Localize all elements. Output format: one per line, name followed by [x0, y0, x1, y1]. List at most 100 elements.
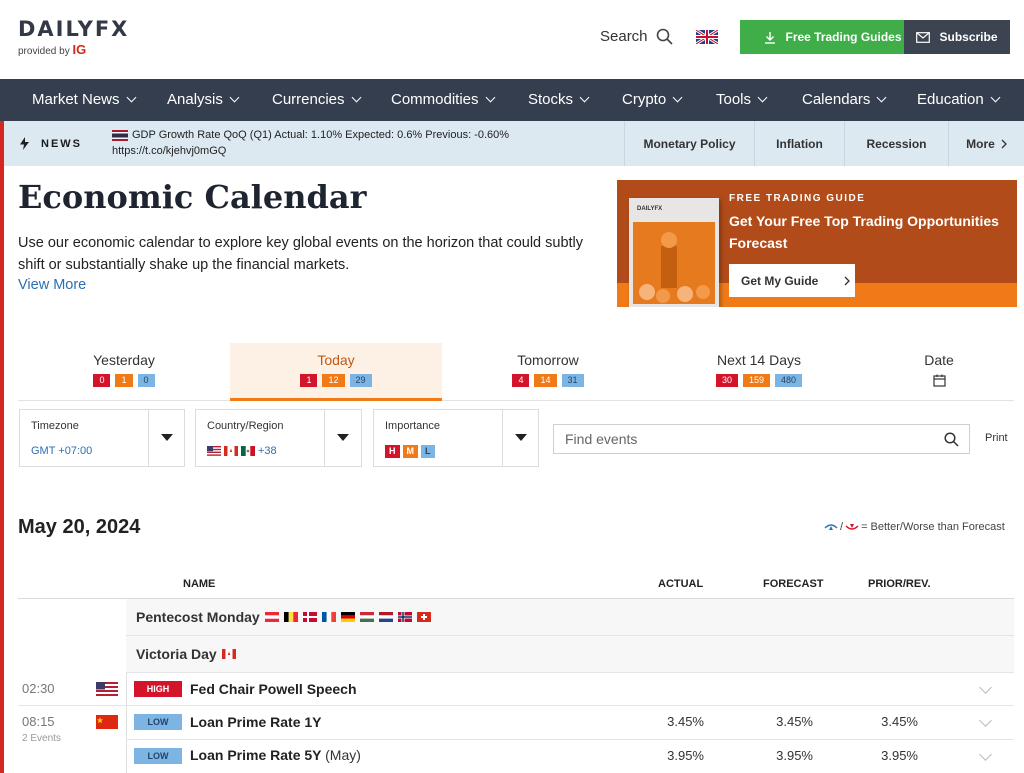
chevron-down-icon: [485, 92, 495, 103]
news-tab-monetary-policy[interactable]: Monetary Policy: [624, 121, 754, 166]
tab-next-14-days[interactable]: Next 14 Days 30 159 480: [654, 343, 864, 401]
importance-medium-chip: M: [402, 445, 418, 458]
download-icon: [765, 31, 776, 44]
dailyfx-logo[interactable]: DAILYFX provided by IG: [18, 17, 129, 57]
tab-today[interactable]: Today 1 12 29: [230, 343, 442, 401]
col-name-header: NAME: [183, 578, 216, 590]
switzerland-flag-icon: [416, 612, 431, 622]
china-flag-icon: [96, 715, 118, 729]
medium-count-badge: 159: [742, 374, 770, 387]
print-button[interactable]: Print: [985, 432, 1008, 444]
event-period: (May): [325, 747, 361, 763]
low-count-badge: 31: [561, 374, 584, 387]
caret-down-icon: [161, 434, 173, 441]
nav-market-news[interactable]: Market News: [32, 91, 136, 108]
event-time: 02:30: [22, 681, 55, 696]
trading-guide-promo[interactable]: DAILYFX FREE TRADING GUIDE Get Your Free…: [617, 180, 1017, 307]
netherlands-flag-icon: [378, 612, 393, 622]
high-count-badge: 4: [512, 374, 530, 387]
search-label: Search: [600, 28, 648, 45]
nav-currencies[interactable]: Currencies: [272, 91, 361, 108]
timezone-value: GMT +07:00: [31, 445, 93, 457]
importance-high-chip: H: [385, 445, 400, 458]
belgium-flag-icon: [283, 612, 298, 622]
medium-count-badge: 14: [534, 374, 557, 387]
chevron-down-icon: [229, 92, 240, 103]
event-actual: 3.45%: [667, 714, 704, 729]
guide-book-image: DAILYFX: [629, 198, 719, 307]
chevron-down-icon: [126, 92, 136, 103]
caret-down-icon: [337, 434, 349, 441]
low-count-badge: 29: [349, 374, 372, 387]
nav-commodities[interactable]: Commodities: [391, 91, 495, 108]
holiday-row: Pentecost Monday: [126, 599, 1014, 636]
canada-flag-icon: [224, 446, 238, 456]
search-icon: [656, 28, 673, 45]
calendar-icon: [932, 374, 946, 387]
chevron-down-icon: [351, 92, 361, 103]
logo-wordmark: DAILYFX: [18, 17, 130, 41]
nav-crypto[interactable]: Crypto: [622, 91, 683, 108]
view-more-link[interactable]: View More: [18, 277, 86, 293]
search-button[interactable]: Search: [600, 28, 673, 45]
subscribe-button[interactable]: Subscribe: [904, 20, 1010, 54]
site-header: DAILYFX provided by IG Search Free Tradi…: [0, 0, 1024, 79]
country-extra-count: +38: [258, 445, 277, 457]
expand-chevron-icon[interactable]: [979, 714, 992, 727]
worse-than-forecast-icon: [845, 524, 859, 530]
promo-pre-title: FREE TRADING GUIDE: [729, 193, 866, 204]
event-forecast: 3.45%: [776, 714, 813, 729]
tab-yesterday[interactable]: Yesterday 010: [18, 343, 230, 401]
nav-tools[interactable]: Tools: [716, 91, 768, 108]
col-prior-header: PRIOR/REV.: [868, 578, 931, 590]
subscribe-label: Subscribe: [939, 30, 998, 44]
news-label: NEWS: [20, 137, 82, 150]
event-name: Loan Prime Rate 1Y: [190, 714, 322, 730]
find-events-input[interactable]: Find events: [553, 424, 970, 454]
nav-analysis[interactable]: Analysis: [167, 91, 240, 108]
nav-education[interactable]: Education: [917, 91, 1001, 108]
uk-flag-icon[interactable]: [696, 30, 718, 44]
importance-label: Importance: [385, 420, 441, 432]
news-headline[interactable]: GDP Growth Rate QoQ (Q1) Actual: 1.10% E…: [112, 127, 509, 159]
canada-flag-icon: [221, 649, 236, 659]
hungary-flag-icon: [359, 612, 374, 622]
high-count-badge: 0: [93, 374, 111, 387]
col-actual-header: ACTUAL: [658, 578, 704, 590]
better-than-forecast-icon: [824, 524, 838, 530]
chevron-down-icon: [876, 92, 887, 103]
event-name: Loan Prime Rate 5Y (May): [190, 747, 361, 763]
importance-filter[interactable]: Importance H M L: [373, 409, 539, 467]
chevron-down-icon: [672, 92, 683, 103]
news-tab-more[interactable]: More: [948, 121, 1024, 166]
day-tabs: Yesterday 010 Today 1 12 29 Tomorrow 4 14 31…: [18, 343, 1014, 401]
event-row[interactable]: LOW Loan Prime Rate 5Y (May) 3.95% 3.95%…: [18, 739, 1014, 773]
norway-flag-icon: [397, 612, 412, 622]
expand-chevron-icon[interactable]: [979, 681, 992, 694]
caret-down-icon: [515, 434, 527, 441]
free-trading-guides-button[interactable]: Free Trading Guides: [740, 20, 926, 54]
holiday-name: Pentecost Monday: [136, 609, 260, 625]
main-nav: Market News Analysis Currencies Commodit…: [0, 79, 1024, 121]
event-row[interactable]: 08:15 2 Events LOW Loan Prime Rate 1Y 3.…: [18, 706, 1014, 744]
country-region-filter[interactable]: Country/Region +38: [195, 409, 362, 467]
tab-date[interactable]: Date: [864, 343, 1014, 401]
timezone-filter[interactable]: Timezone GMT +07:00: [19, 409, 185, 467]
nav-stocks[interactable]: Stocks: [528, 91, 590, 108]
expand-chevron-icon[interactable]: [979, 748, 992, 761]
chevron-down-icon: [579, 92, 590, 103]
tab-tomorrow[interactable]: Tomorrow 4 14 31: [442, 343, 654, 401]
get-my-guide-button[interactable]: Get My Guide: [729, 264, 855, 297]
calendar-date: May 20, 2024: [18, 516, 141, 538]
promo-headline: Get Your Free Top Trading Opportunities …: [729, 213, 999, 251]
event-row[interactable]: 02:30 HIGH Fed Chair Powell Speech: [18, 673, 1014, 706]
event-prior: 3.95%: [881, 748, 918, 763]
high-count-badge: 1: [300, 374, 318, 387]
importance-low-chip: L: [421, 445, 435, 458]
page-title: Economic Calendar: [18, 178, 367, 216]
holiday-row: Victoria Day: [126, 636, 1014, 673]
nav-calendars[interactable]: Calendars: [802, 91, 887, 108]
news-tab-inflation[interactable]: Inflation: [754, 121, 844, 166]
search-icon[interactable]: [944, 432, 959, 447]
news-tab-recession[interactable]: Recession: [844, 121, 948, 166]
